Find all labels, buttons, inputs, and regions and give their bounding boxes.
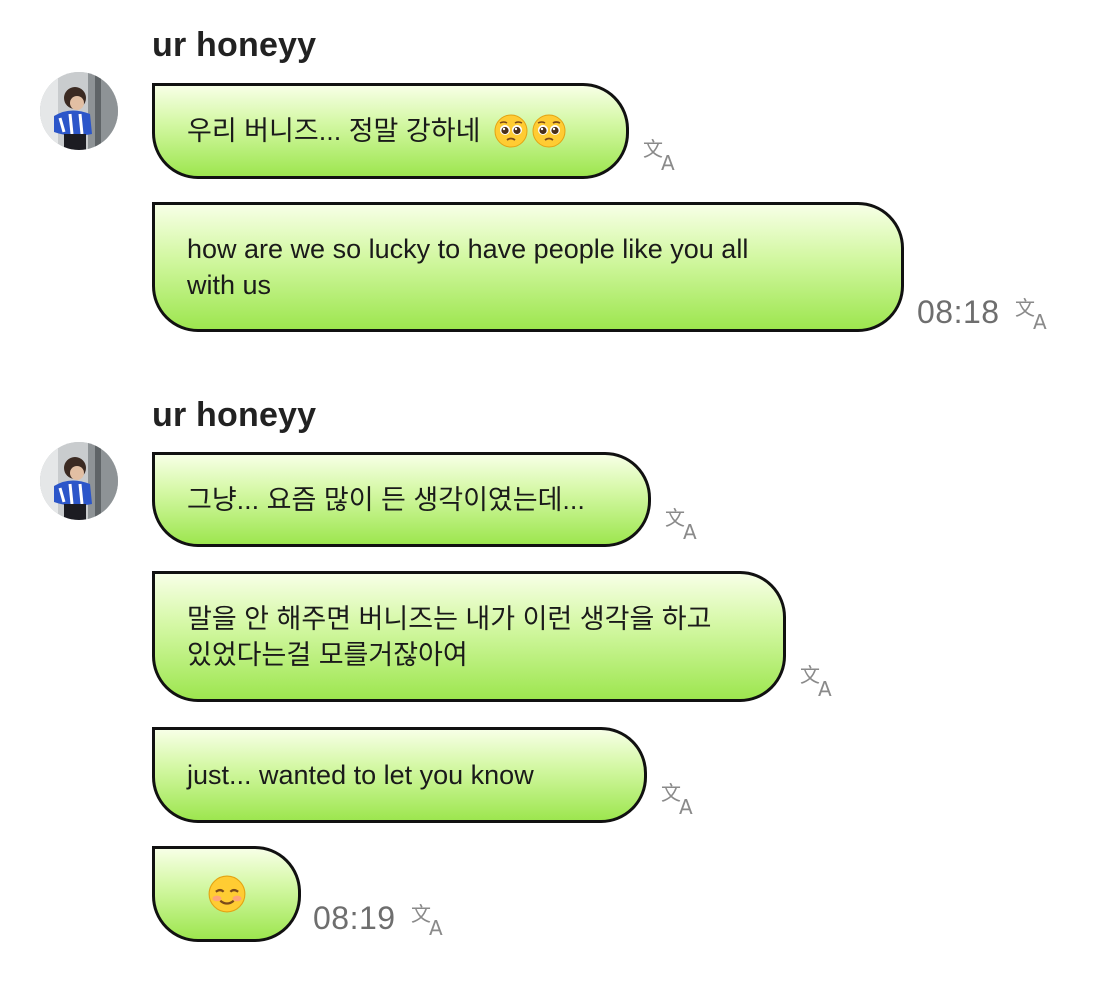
svg-text:A: A — [679, 795, 693, 816]
message-meta: 文 A — [664, 505, 704, 541]
message-bubble[interactable]: 말을 안 해주면 버니즈는 내가 이런 생각을 하고 있었다는걸 모를거잖아여 — [152, 571, 786, 702]
translate-icon[interactable]: 文 A — [664, 505, 704, 541]
message-text: just... wanted to let you know — [187, 760, 534, 790]
translate-icon[interactable]: 文 A — [799, 662, 839, 698]
svg-text:A: A — [429, 916, 443, 937]
svg-text:A: A — [1033, 310, 1047, 331]
message-meta: 08:19 文 A — [313, 900, 450, 937]
svg-text:A: A — [661, 151, 675, 172]
svg-text:文: 文 — [661, 781, 681, 805]
message-text: how are we so lucky to have people like … — [187, 234, 749, 300]
translate-icon[interactable]: 文 A — [660, 780, 700, 816]
avatar-photo — [40, 442, 118, 520]
svg-text:A: A — [683, 520, 697, 541]
svg-text:文: 文 — [800, 663, 820, 687]
pleading-face-emoji-icon — [494, 114, 528, 148]
message-meta: 文 A — [660, 780, 700, 816]
sender-name: ur honeyy — [152, 26, 317, 64]
svg-text:文: 文 — [411, 902, 431, 926]
avatar[interactable] — [40, 72, 118, 150]
message-text: 우리 버니즈... 정말 강하네 — [187, 116, 481, 146]
message-bubble[interactable]: how are we so lucky to have people like … — [152, 202, 904, 332]
translate-icon[interactable]: 文 A — [1014, 295, 1054, 331]
translate-icon[interactable]: 文 A — [642, 136, 682, 172]
pleading-face-emoji-icon — [532, 114, 566, 148]
svg-text:文: 文 — [643, 137, 663, 161]
message-bubble[interactable]: 우리 버니즈... 정말 강하네 — [152, 83, 629, 179]
message-bubble[interactable]: 그냥... 요즘 많이 든 생각이였는데... — [152, 452, 651, 547]
message-timestamp: 08:19 — [313, 900, 396, 936]
message-timestamp: 08:18 — [917, 294, 1000, 330]
svg-text:A: A — [818, 677, 832, 698]
message-meta: 文 A — [642, 136, 682, 172]
message-meta: 08:18 文 A — [917, 294, 1054, 331]
smiling-face-emoji-icon — [208, 875, 245, 913]
avatar-photo — [40, 72, 118, 150]
svg-text:文: 文 — [1015, 296, 1035, 320]
sender-name: ur honeyy — [152, 396, 317, 434]
message-bubble[interactable]: just... wanted to let you know — [152, 727, 647, 823]
message-text: 그냥... 요즘 많이 든 생각이였는데... — [187, 484, 585, 515]
message-meta: 文 A — [799, 662, 839, 698]
svg-text:文: 文 — [665, 506, 685, 530]
translate-icon[interactable]: 文 A — [410, 901, 450, 937]
message-text: 말을 안 해주면 버니즈는 내가 이런 생각을 하고 있었다는걸 모를거잖아여 — [187, 603, 712, 670]
avatar[interactable] — [40, 442, 118, 520]
message-bubble[interactable] — [152, 846, 301, 942]
